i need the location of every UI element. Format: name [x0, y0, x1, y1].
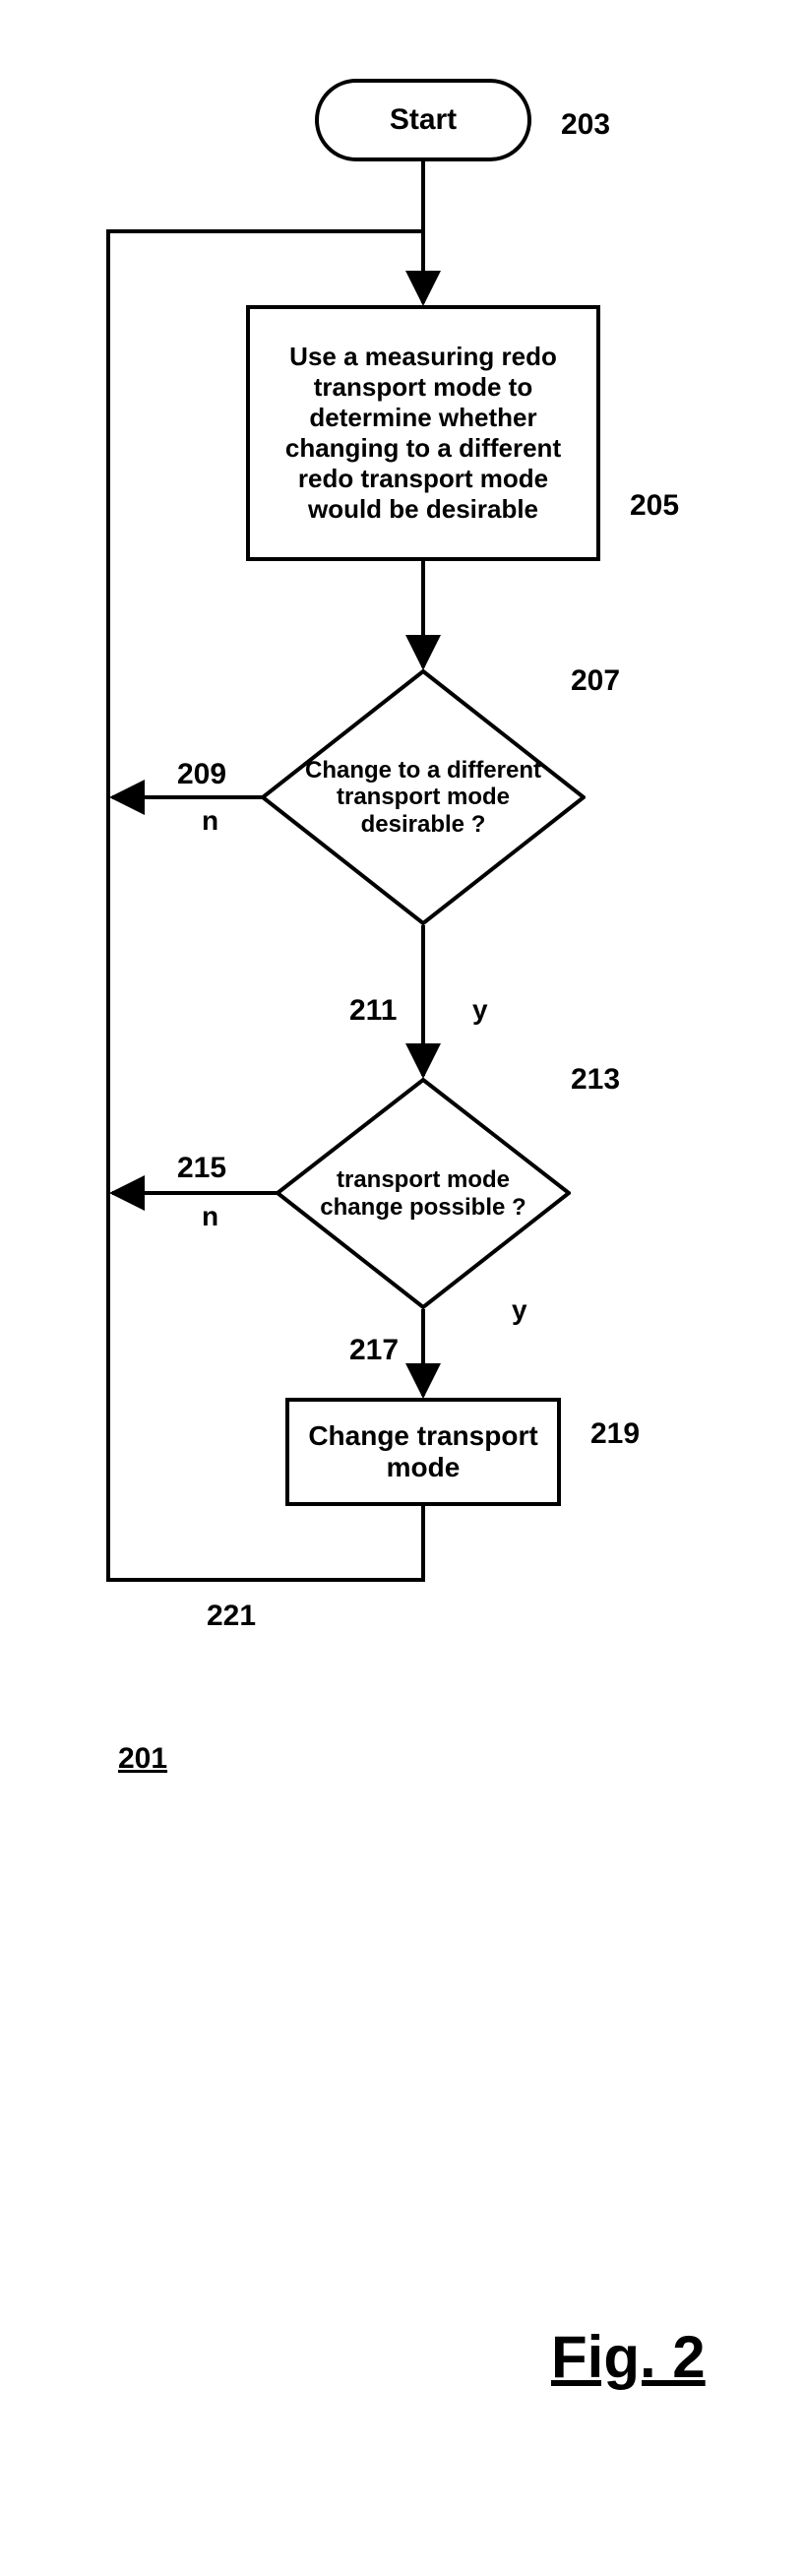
ref-217: 217	[349, 1334, 399, 1367]
ref-211: 211	[349, 994, 397, 1028]
ref-221: 221	[207, 1600, 256, 1633]
ref-209: 209	[177, 758, 226, 791]
branch-213-yes: y	[512, 1294, 527, 1326]
flowchart-connectors	[0, 0, 804, 2576]
ref-215: 215	[177, 1152, 226, 1185]
branch-207-no: n	[202, 805, 218, 837]
branch-207-yes: y	[472, 994, 488, 1026]
flowchart-page: Start 203 Use a measuring redo transport…	[0, 0, 804, 2576]
branch-213-no: n	[202, 1201, 218, 1232]
